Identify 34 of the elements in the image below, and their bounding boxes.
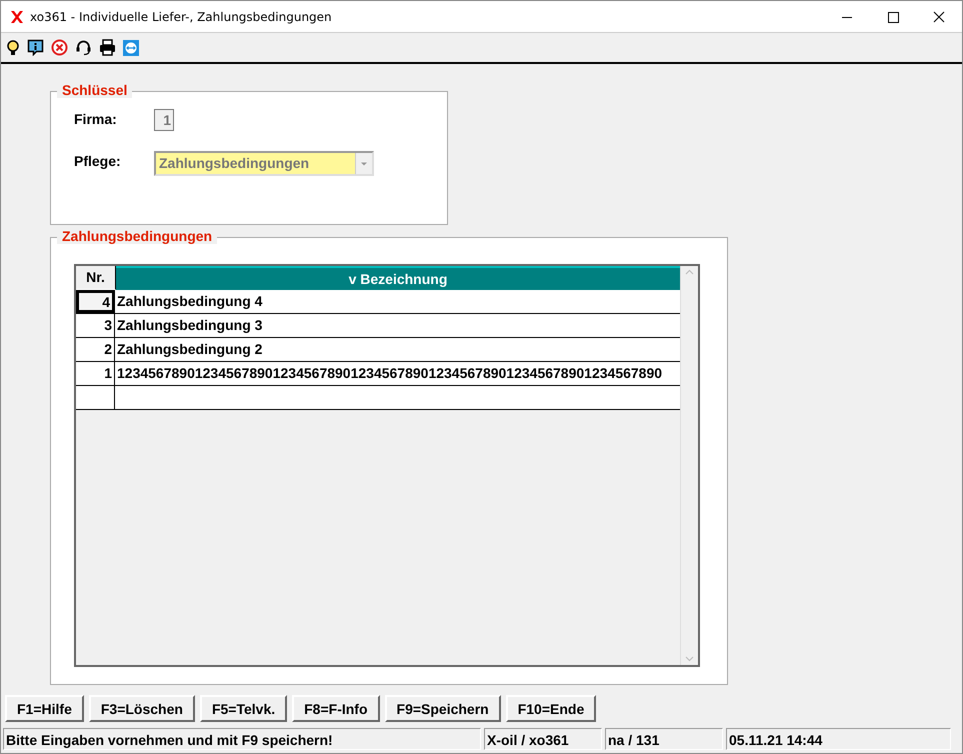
function-key-button[interactable]: F5=Telvk. — [200, 695, 288, 722]
table-cell[interactable]: 1 — [76, 362, 115, 385]
column-header[interactable]: Nr. — [76, 266, 116, 290]
printer-icon[interactable] — [99, 39, 116, 56]
function-key-button[interactable]: F3=Löschen — [88, 695, 195, 722]
table-cell[interactable]: Zahlungsbedingung 2 — [115, 338, 680, 361]
function-key-button[interactable]: F1=Hilfe — [5, 695, 84, 722]
status-bar-field: 05.11.21 14:44 — [726, 728, 951, 750]
function-key-button[interactable]: F10=Ende — [506, 695, 596, 722]
table-cell[interactable]: 2 — [76, 338, 115, 361]
status-bar-field: Bitte Eingaben vornehmen und mit F9 speichern! — [3, 728, 481, 750]
remote-support-icon[interactable] — [123, 40, 139, 56]
table-cell[interactable]: 3 — [76, 314, 115, 337]
group-title: Zahlungsbedingungen — [57, 228, 218, 244]
function-key-button[interactable]: F8=F-Info — [292, 695, 380, 722]
headset-icon[interactable] — [75, 39, 92, 56]
status-bar-field: X-oil / xo361 — [484, 728, 602, 750]
table-cell[interactable]: Zahlungsbedingung 4 — [115, 290, 680, 313]
maintenance-dropdown[interactable]: Zahlungsbedingungen — [154, 151, 374, 176]
status-bar-field: na / 131 — [605, 728, 723, 750]
window-title: xo361 - Individuelle Liefer-, Zahlungsbedingungen — [30, 10, 333, 24]
info-icon[interactable] — [27, 39, 44, 56]
group-title: Schlüssel — [57, 82, 132, 98]
cancel-icon[interactable] — [51, 39, 68, 56]
lightbulb-icon[interactable] — [6, 40, 20, 56]
function-key-button[interactable]: F9=Speichern — [384, 695, 501, 722]
column-header[interactable]: v Bezeichnung — [116, 266, 680, 290]
table-cell[interactable]: 4 — [76, 290, 115, 313]
field-label: Firma: — [74, 110, 118, 127]
table-cell[interactable]: Zahlungsbedingung 3 — [115, 314, 680, 337]
app-logo-icon — [10, 8, 24, 24]
company-field[interactable]: 1 — [154, 109, 174, 131]
field-label: Pflege: — [74, 152, 122, 169]
table-cell[interactable]: 1234567890123456789012345678901234567890123456789012345678901234567890 — [115, 362, 680, 385]
